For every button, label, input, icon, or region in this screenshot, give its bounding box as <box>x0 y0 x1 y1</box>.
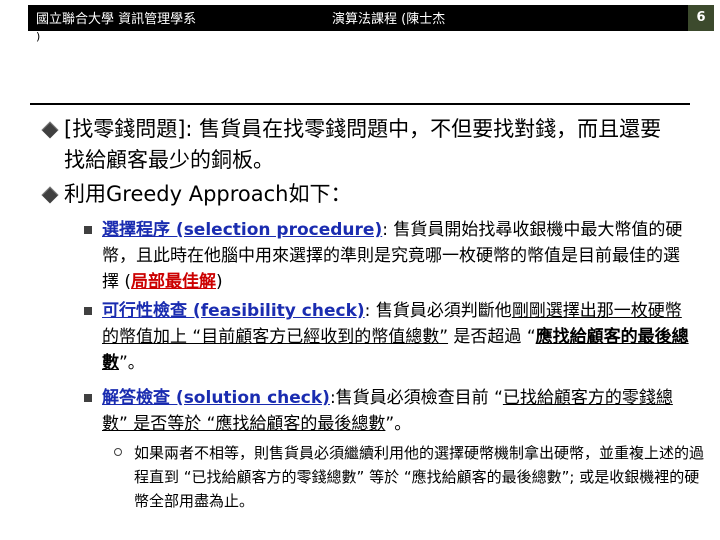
feasibility-body: 售貨員必須判斷他 <box>375 301 512 321</box>
square-bullet-icon <box>84 394 92 402</box>
colon: : <box>364 301 376 321</box>
feasibility-body-2: 是否超過 “ <box>448 327 536 347</box>
subsub-bullet-loop: 如果兩者不相等，則售貨員必須繼續利用他的選擇硬幣機制拿出硬幣，並重複上述的過程直… <box>114 441 704 515</box>
local-optimum-highlight: 局部最佳解 <box>131 272 217 292</box>
bullet-text: 利用Greedy Approach如下： <box>64 182 352 206</box>
square-bullet-icon <box>84 226 92 234</box>
sub-bullet-selection: 選擇程序 (selection procedure): 售貨員開始找尋收銀機中最… <box>84 217 684 297</box>
term-solution: 解答檢查 (solution check) <box>102 388 330 408</box>
sub-bullet-text: 解答檢查 (solution check):售貨員必須檢查目前 “已找給顧客方的… <box>102 385 692 437</box>
circle-bullet-icon <box>114 448 122 456</box>
term-feasibility: 可行性檢查 (feasibility check) <box>102 301 365 321</box>
subsub-bullet-text: 如果兩者不相等，則售貨員必須繼續利用他的選擇硬幣機制拿出硬幣，並重複上述的過程直… <box>134 444 705 510</box>
header-department: 國立聯合大學 資訊管理學系 <box>36 12 197 27</box>
sub-bullet-solution: 解答檢查 (solution check):售貨員必須檢查目前 “已找給顧客方的… <box>84 385 684 439</box>
solution-end: ”。 <box>385 414 412 434</box>
diamond-bullet-icon <box>41 186 59 204</box>
header-overflow-paren: ) <box>36 30 41 43</box>
bullet-text: [找零錢問題]: 售貨員在找零錢問題中，不但要找對錢，而且還要找給顧客最少的銅板… <box>64 117 662 172</box>
header-course-title: 演算法課程 (陳士杰 <box>332 12 446 27</box>
term-selection: 選擇程序 (selection procedure) <box>102 220 383 240</box>
title-divider <box>30 103 690 105</box>
bullet-greedy-approach: 利用Greedy Approach如下： <box>41 179 684 211</box>
page-number: 6 <box>688 5 714 31</box>
sub-bullet-text: 可行性檢查 (feasibility check): 售貨員必須判斷他剛剛選擇出… <box>102 298 692 376</box>
square-bullet-icon <box>84 307 92 315</box>
diamond-bullet-icon <box>41 121 59 139</box>
slide-header: 國立聯合大學 資訊管理學系 演算法課程 (陳士杰 6 <box>0 0 720 31</box>
sub-bullet-text: 選擇程序 (selection procedure): 售貨員開始找尋收銀機中最… <box>102 217 692 295</box>
solution-body: 售貨員必須檢查目前 “ <box>335 388 503 408</box>
colon: : <box>382 220 394 240</box>
sub-bullet-feasibility: 可行性檢查 (feasibility check): 售貨員必須判斷他剛剛選擇出… <box>84 298 689 378</box>
feasibility-end: ”。 <box>119 353 145 373</box>
bullet-change-problem: [找零錢問題]: 售貨員在找零錢問題中，不但要找對錢，而且還要找給顧客最少的銅板… <box>41 114 684 178</box>
close-paren: ) <box>216 272 223 292</box>
